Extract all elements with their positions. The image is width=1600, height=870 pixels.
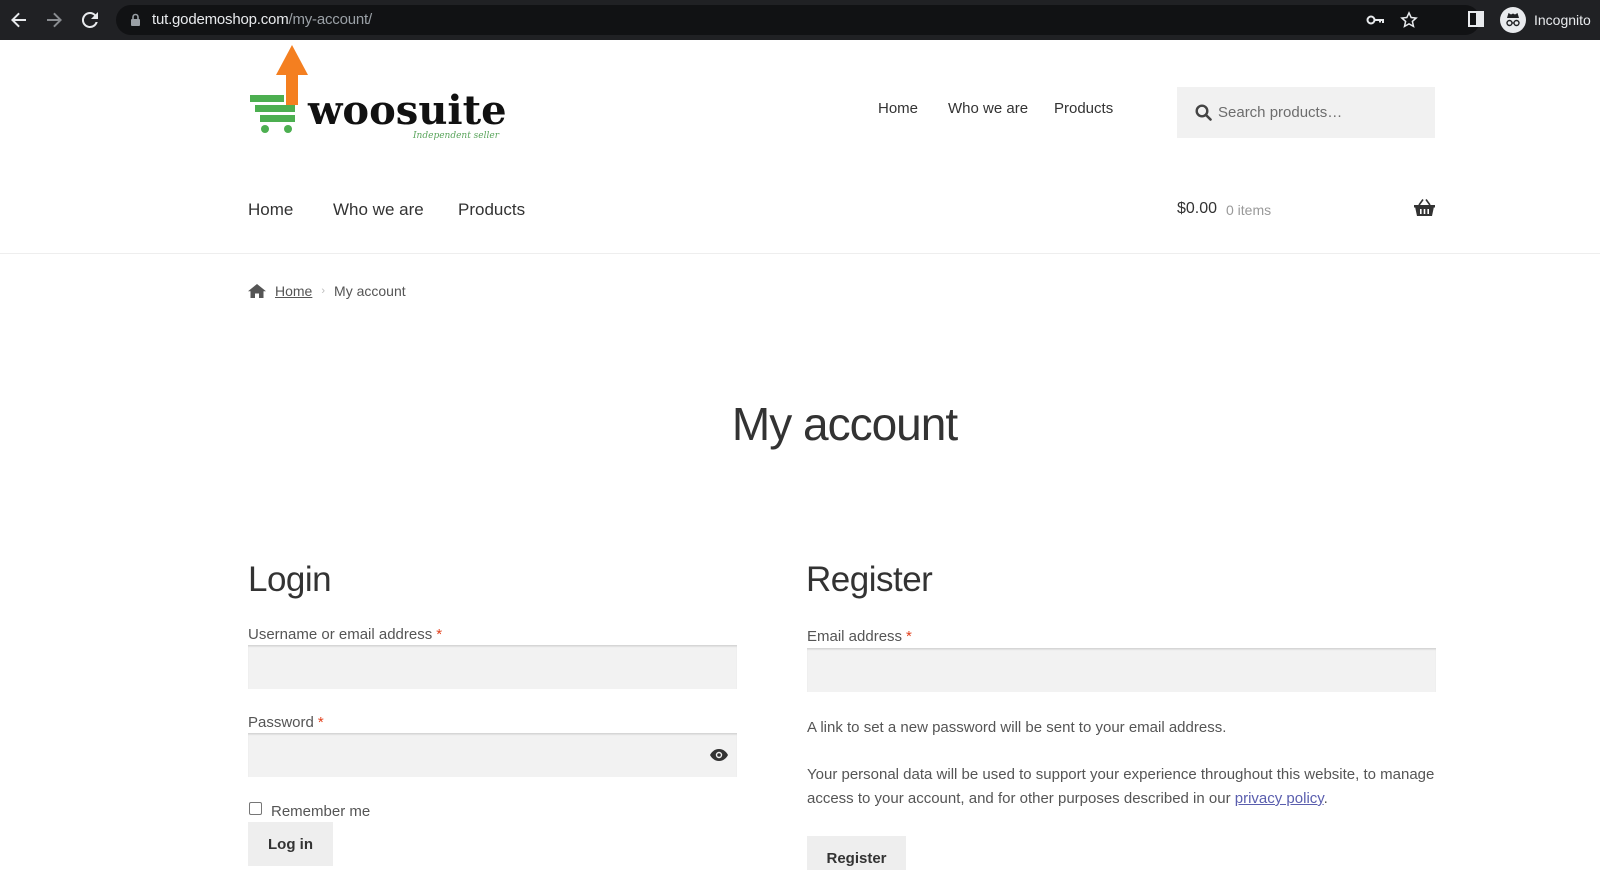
top-nav-who-we-are[interactable]: Who we are [948, 100, 1028, 117]
top-nav-products[interactable]: Products [1054, 100, 1113, 117]
remember-me-checkbox[interactable] [249, 802, 262, 815]
remember-me-label[interactable]: Remember me [271, 803, 370, 820]
main-nav-products[interactable]: Products [458, 200, 525, 220]
site-logo[interactable]: woosuite Independent seller [250, 45, 510, 145]
password-field[interactable] [248, 733, 737, 777]
logo-tagline: Independent seller [413, 131, 500, 141]
page-title: My account [731, 398, 958, 450]
required-mark: * [317, 714, 324, 731]
required-mark: * [436, 626, 443, 643]
email-label-text: Email address [807, 628, 903, 645]
url-path: /my-account/ [288, 11, 372, 28]
star-icon[interactable] [1400, 11, 1418, 29]
arrow-left-icon [11, 12, 26, 28]
logo-wordmark: woosuite [308, 87, 507, 134]
username-label-text: Username or email address [248, 626, 433, 643]
cart-count[interactable]: 0 items [1226, 202, 1271, 218]
incognito-label: Incognito [1534, 12, 1591, 28]
back-button[interactable] [7, 8, 31, 32]
email-field[interactable] [807, 648, 1436, 692]
main-nav-who-we-are[interactable]: Who we are [333, 200, 424, 220]
browser-toolbar: tut.godemoshop.com/my-account/ Incognito [0, 0, 1600, 40]
password-notice: A link to set a new password will be sen… [807, 719, 1227, 736]
login-title: Login [248, 560, 332, 599]
profile-button[interactable]: Incognito [1500, 7, 1591, 33]
logo-cart-arrow-icon [250, 45, 308, 133]
password-label: Password * [248, 714, 324, 731]
email-label: Email address * [807, 628, 912, 645]
basket-icon[interactable] [1414, 199, 1435, 217]
required-mark: * [906, 628, 912, 645]
lock-icon [131, 13, 140, 26]
key-icon[interactable] [1366, 12, 1384, 28]
incognito-icon [1500, 7, 1526, 33]
privacy-notice: Your personal data will be used to suppo… [807, 763, 1447, 811]
breadcrumb: Home › My account [248, 283, 406, 299]
cart-total[interactable]: $0.00 [1177, 200, 1217, 218]
breadcrumb-current: My account [334, 283, 406, 299]
url-text: tut.godemoshop.com/my-account/ [152, 11, 372, 28]
register-button[interactable]: Register [807, 836, 906, 870]
reload-button[interactable] [78, 8, 102, 32]
privacy-end: . [1323, 790, 1328, 807]
top-nav-home[interactable]: Home [878, 100, 918, 117]
forward-button[interactable] [42, 8, 66, 32]
breadcrumb-separator-icon: › [321, 285, 326, 297]
login-button[interactable]: Log in [248, 822, 333, 866]
side-panel-icon[interactable] [1468, 11, 1484, 27]
reload-icon [81, 11, 98, 28]
search-icon [1195, 104, 1212, 121]
privacy-policy-link[interactable]: privacy policy [1235, 790, 1324, 807]
address-bar[interactable]: tut.godemoshop.com/my-account/ [116, 5, 1480, 35]
main-nav-home[interactable]: Home [248, 200, 293, 220]
home-icon [248, 284, 266, 298]
register-title: Register [806, 560, 933, 599]
username-label: Username or email address * [248, 626, 442, 643]
arrow-right-icon [47, 12, 62, 28]
search-input[interactable]: Search products… [1177, 87, 1435, 138]
privacy-text: Your personal data will be used to suppo… [807, 766, 1435, 807]
eye-icon[interactable] [710, 749, 728, 761]
password-label-text: Password [248, 714, 314, 731]
header-divider [0, 253, 1600, 254]
search-placeholder: Search products… [1218, 104, 1343, 121]
breadcrumb-home[interactable]: Home [275, 283, 312, 299]
url-host: tut.godemoshop.com [152, 11, 289, 28]
username-field[interactable] [248, 645, 737, 689]
